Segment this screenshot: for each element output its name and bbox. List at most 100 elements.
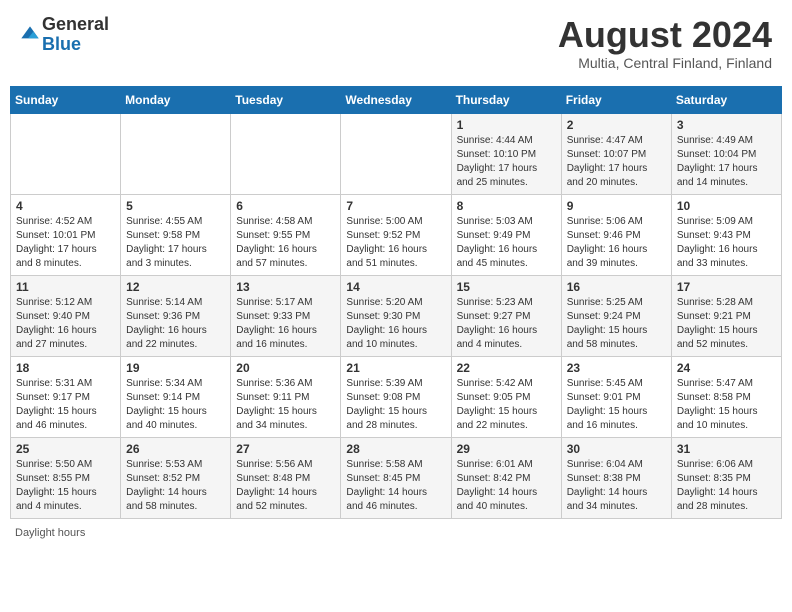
day-number: 18 <box>16 361 115 375</box>
calendar-cell: 9 Sunrise: 5:06 AMSunset: 9:46 PMDaylight… <box>561 194 671 275</box>
day-info: Sunrise: 5:14 AMSunset: 9:36 PMDaylight:… <box>126 296 225 352</box>
page-header: General Blue August 2024 Multia, Central… <box>10 10 782 76</box>
day-info: Sunrise: 5:47 AMSunset: 8:58 PMDaylight:… <box>677 377 776 433</box>
day-number: 4 <box>16 199 115 213</box>
calendar-cell: 17Sunrise: 5:28 AMSunset: 9:21 PMDayligh… <box>671 275 781 356</box>
calendar-week-row: 4 Sunrise: 4:52 AMSunset: 10:01 PMDayligh… <box>11 194 782 275</box>
day-info: Sunrise: 4:44 AMSunset: 10:10 PMDaylight… <box>457 134 556 190</box>
day-info: Sunrise: 5:28 AMSunset: 9:21 PMDaylight:… <box>677 296 776 352</box>
calendar-cell: 22 Sunrise: 5:42 AMSunset: 9:05 PMDayligh… <box>451 356 561 437</box>
calendar-cell <box>11 113 121 194</box>
calendar-cell: 7Sunrise: 5:00 AMSunset: 9:52 PMDaylight… <box>341 194 451 275</box>
day-number: 8 <box>457 199 556 213</box>
calendar-cell: 13Sunrise: 5:17 AMSunset: 9:33 PMDayligh… <box>231 275 341 356</box>
day-number: 29 <box>457 442 556 456</box>
calendar-header: SundayMondayTuesdayWednesdayThursdayFrid… <box>11 86 782 113</box>
calendar-week-row: 1 Sunrise: 4:44 AMSunset: 10:10 PMDayligh… <box>11 113 782 194</box>
calendar-cell <box>341 113 451 194</box>
calendar-cell: 24 Sunrise: 5:47 AMSunset: 8:58 PMDayligh… <box>671 356 781 437</box>
day-info: Sunrise: 5:12 AMSunset: 9:40 PMDaylight:… <box>16 296 115 352</box>
calendar-cell: 14Sunrise: 5:20 AMSunset: 9:30 PMDayligh… <box>341 275 451 356</box>
day-info: Sunrise: 5:53 AMSunset: 8:52 PMDaylight:… <box>126 458 225 514</box>
column-header-tuesday: Tuesday <box>231 86 341 113</box>
day-info: Sunrise: 5:56 AMSunset: 8:48 PMDaylight:… <box>236 458 335 514</box>
day-info: Sunrise: 5:17 AMSunset: 9:33 PMDaylight:… <box>236 296 335 352</box>
day-number: 16 <box>567 280 666 294</box>
calendar-cell: 15 Sunrise: 5:23 AMSunset: 9:27 PMDayligh… <box>451 275 561 356</box>
day-info: Sunrise: 5:03 AMSunset: 9:49 PMDaylight:… <box>457 215 556 271</box>
calendar-cell: 11Sunrise: 5:12 AMSunset: 9:40 PMDayligh… <box>11 275 121 356</box>
day-info: Sunrise: 5:23 AMSunset: 9:27 PMDaylight:… <box>457 296 556 352</box>
calendar-cell: 5 Sunrise: 4:55 AMSunset: 9:58 PMDaylight… <box>121 194 231 275</box>
calendar-cell: 31 Sunrise: 6:06 AMSunset: 8:35 PMDayligh… <box>671 437 781 518</box>
day-number: 1 <box>457 118 556 132</box>
column-header-sunday: Sunday <box>11 86 121 113</box>
calendar-cell: 18Sunrise: 5:31 AMSunset: 9:17 PMDayligh… <box>11 356 121 437</box>
day-number: 21 <box>346 361 445 375</box>
calendar-cell: 29Sunrise: 6:01 AMSunset: 8:42 PMDayligh… <box>451 437 561 518</box>
calendar-cell: 27 Sunrise: 5:56 AMSunset: 8:48 PMDayligh… <box>231 437 341 518</box>
day-info: Sunrise: 4:55 AMSunset: 9:58 PMDaylight:… <box>126 215 225 271</box>
calendar-week-row: 11Sunrise: 5:12 AMSunset: 9:40 PMDayligh… <box>11 275 782 356</box>
day-number: 30 <box>567 442 666 456</box>
day-number: 9 <box>567 199 666 213</box>
logo-general-text: General <box>42 15 109 35</box>
day-number: 15 <box>457 280 556 294</box>
day-info: Sunrise: 4:47 AMSunset: 10:07 PMDaylight… <box>567 134 666 190</box>
day-number: 24 <box>677 361 776 375</box>
calendar-cell: 30 Sunrise: 6:04 AMSunset: 8:38 PMDayligh… <box>561 437 671 518</box>
calendar-cell: 8 Sunrise: 5:03 AMSunset: 9:49 PMDaylight… <box>451 194 561 275</box>
calendar-cell: 21 Sunrise: 5:39 AMSunset: 9:08 PMDayligh… <box>341 356 451 437</box>
day-info: Sunrise: 5:50 AMSunset: 8:55 PMDaylight:… <box>16 458 115 514</box>
day-info: Sunrise: 5:25 AMSunset: 9:24 PMDaylight:… <box>567 296 666 352</box>
day-number: 12 <box>126 280 225 294</box>
calendar-cell: 10Sunrise: 5:09 AMSunset: 9:43 PMDayligh… <box>671 194 781 275</box>
location-text: Multia, Central Finland, Finland <box>558 55 772 71</box>
calendar-cell: 25Sunrise: 5:50 AMSunset: 8:55 PMDayligh… <box>11 437 121 518</box>
title-block: August 2024 Multia, Central Finland, Fin… <box>558 15 772 71</box>
daylight-hours-label: Daylight hours <box>15 527 85 539</box>
day-info: Sunrise: 5:34 AMSunset: 9:14 PMDaylight:… <box>126 377 225 433</box>
calendar-cell: 1 Sunrise: 4:44 AMSunset: 10:10 PMDayligh… <box>451 113 561 194</box>
day-number: 27 <box>236 442 335 456</box>
logo-icon <box>20 25 40 45</box>
day-number: 7 <box>346 199 445 213</box>
day-number: 31 <box>677 442 776 456</box>
day-number: 3 <box>677 118 776 132</box>
day-info: Sunrise: 5:20 AMSunset: 9:30 PMDaylight:… <box>346 296 445 352</box>
day-info: Sunrise: 5:09 AMSunset: 9:43 PMDaylight:… <box>677 215 776 271</box>
footer: Daylight hours <box>10 527 782 539</box>
day-info: Sunrise: 5:45 AMSunset: 9:01 PMDaylight:… <box>567 377 666 433</box>
calendar-cell: 2Sunrise: 4:47 AMSunset: 10:07 PMDayligh… <box>561 113 671 194</box>
day-info: Sunrise: 5:39 AMSunset: 9:08 PMDaylight:… <box>346 377 445 433</box>
calendar-cell: 20 Sunrise: 5:36 AMSunset: 9:11 PMDayligh… <box>231 356 341 437</box>
calendar-table: SundayMondayTuesdayWednesdayThursdayFrid… <box>10 86 782 519</box>
logo: General Blue <box>20 15 109 55</box>
calendar-cell: 23Sunrise: 5:45 AMSunset: 9:01 PMDayligh… <box>561 356 671 437</box>
day-info: Sunrise: 4:52 AMSunset: 10:01 PMDaylight… <box>16 215 115 271</box>
calendar-cell: 16 Sunrise: 5:25 AMSunset: 9:24 PMDayligh… <box>561 275 671 356</box>
day-number: 26 <box>126 442 225 456</box>
calendar-cell: 26 Sunrise: 5:53 AMSunset: 8:52 PMDayligh… <box>121 437 231 518</box>
day-info: Sunrise: 6:06 AMSunset: 8:35 PMDaylight:… <box>677 458 776 514</box>
day-info: Sunrise: 6:04 AMSunset: 8:38 PMDaylight:… <box>567 458 666 514</box>
day-info: Sunrise: 4:58 AMSunset: 9:55 PMDaylight:… <box>236 215 335 271</box>
day-number: 20 <box>236 361 335 375</box>
column-header-saturday: Saturday <box>671 86 781 113</box>
calendar-body: 1 Sunrise: 4:44 AMSunset: 10:10 PMDayligh… <box>11 113 782 518</box>
day-number: 28 <box>346 442 445 456</box>
day-number: 22 <box>457 361 556 375</box>
calendar-cell <box>231 113 341 194</box>
calendar-cell: 6 Sunrise: 4:58 AMSunset: 9:55 PMDaylight… <box>231 194 341 275</box>
day-number: 5 <box>126 199 225 213</box>
day-info: Sunrise: 5:36 AMSunset: 9:11 PMDaylight:… <box>236 377 335 433</box>
day-info: Sunrise: 5:06 AMSunset: 9:46 PMDaylight:… <box>567 215 666 271</box>
day-info: Sunrise: 4:49 AMSunset: 10:04 PMDaylight… <box>677 134 776 190</box>
calendar-cell: 12 Sunrise: 5:14 AMSunset: 9:36 PMDayligh… <box>121 275 231 356</box>
day-info: Sunrise: 5:42 AMSunset: 9:05 PMDaylight:… <box>457 377 556 433</box>
month-title: August 2024 <box>558 15 772 55</box>
calendar-week-row: 18Sunrise: 5:31 AMSunset: 9:17 PMDayligh… <box>11 356 782 437</box>
calendar-cell: 19Sunrise: 5:34 AMSunset: 9:14 PMDayligh… <box>121 356 231 437</box>
calendar-week-row: 25Sunrise: 5:50 AMSunset: 8:55 PMDayligh… <box>11 437 782 518</box>
day-number: 6 <box>236 199 335 213</box>
